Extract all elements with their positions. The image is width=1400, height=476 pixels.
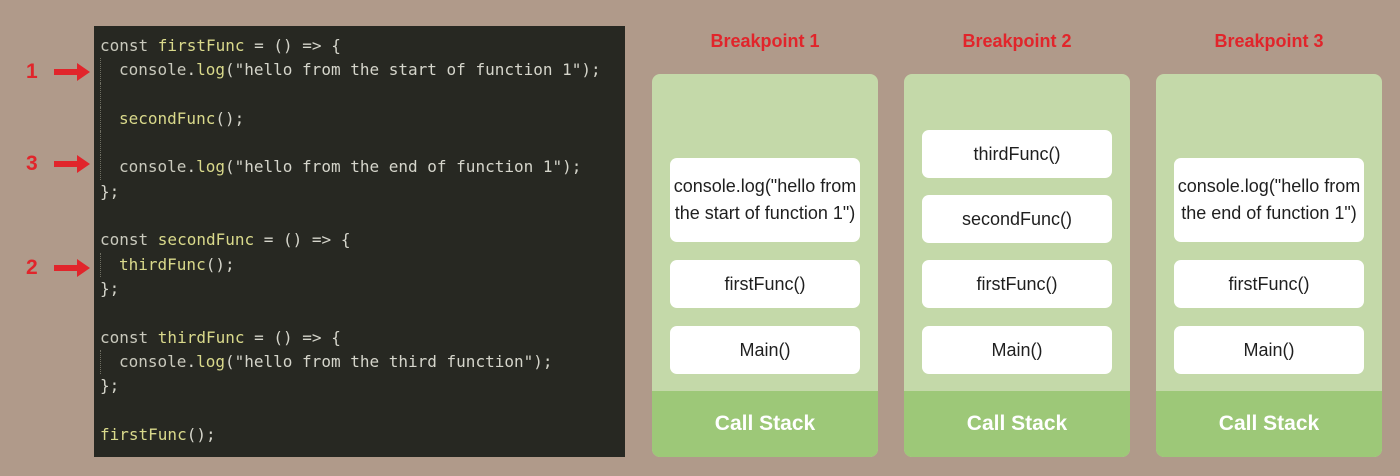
indent-guide <box>100 106 101 132</box>
code-editor: const firstFunc = () => {console.log("he… <box>94 26 625 457</box>
call-stack-column: thirdFunc() secondFunc() firstFunc() Main()… <box>904 74 1130 457</box>
code-rest: }; <box>100 376 120 396</box>
code-keyword: const <box>100 36 158 55</box>
code-text: const thirdFunc = () => { <box>100 328 341 347</box>
breakpoint-title: Breakpoint 1 <box>710 31 820 51</box>
stack-frame: console.log("hello from the start of fun… <box>670 158 860 242</box>
code-text: secondFunc(); <box>100 109 244 128</box>
code-text: thirdFunc(); <box>100 255 235 274</box>
code-rest: (); <box>186 424 216 444</box>
code-rest: = () => { <box>244 327 341 347</box>
code-line: const thirdFunc = () => { <box>100 326 625 350</box>
code-line: console.log("hello from the start of fun… <box>100 58 625 83</box>
indent-guide <box>100 155 101 180</box>
marker-number: 3 <box>26 152 38 175</box>
code-rest: (); <box>205 254 235 274</box>
stack-frame: Main() <box>922 326 1112 374</box>
code-rest: }; <box>100 278 120 298</box>
indent-guide <box>100 58 101 83</box>
code-text: }; <box>100 376 119 395</box>
code-line: const firstFunc = () => { <box>100 34 625 58</box>
code-line <box>100 131 625 156</box>
code-text: }; <box>100 279 119 298</box>
code-rest: = () => { <box>244 36 341 55</box>
code-rest: .log("hello from the start of function 1… <box>186 60 601 80</box>
call-stack-column: console.log("hello from the end of funct… <box>1156 74 1382 457</box>
breakpoint-marker-2: 2 <box>26 256 92 280</box>
code-text: console.log("hello from the end of funct… <box>100 157 581 176</box>
indent-guide <box>100 349 101 375</box>
stack-frame: firstFunc() <box>922 260 1112 308</box>
stack-frame: Main() <box>670 326 860 374</box>
breakpoint-title: Breakpoint 3 <box>1214 31 1324 51</box>
code-rest: (); <box>215 108 245 128</box>
code-keyword: const <box>100 230 158 250</box>
right-arrow-icon <box>54 63 90 81</box>
code-line: }; <box>100 277 625 301</box>
code-line: console.log("hello from the third functi… <box>100 349 625 375</box>
call-stack-label: Call Stack <box>652 391 878 457</box>
code-keyword: const <box>100 327 158 347</box>
marker-number: 1 <box>26 60 38 83</box>
stack-frame: console.log("hello from the end of funct… <box>1174 158 1364 242</box>
stack-frame: firstFunc() <box>1174 260 1364 308</box>
call-stack-label: Call Stack <box>904 391 1130 457</box>
indent-guide <box>100 131 101 156</box>
right-arrow-icon <box>54 259 90 277</box>
code-rest: .log("hello from the end of function 1")… <box>186 157 582 177</box>
code-text: console.log("hello from the third functi… <box>100 352 553 371</box>
code-line: }; <box>100 180 625 204</box>
call-stack-label: Call Stack <box>1156 391 1382 457</box>
marker-number: 2 <box>26 256 38 279</box>
code-identifier: thirdFunc <box>119 254 206 274</box>
indent-guide <box>100 82 101 107</box>
code-line: }; <box>100 374 625 398</box>
code-line: thirdFunc(); <box>100 252 625 277</box>
code-rest: = () => { <box>254 230 351 250</box>
right-arrow-icon <box>54 155 90 173</box>
code-line: secondFunc(); <box>100 106 625 132</box>
code-line: console.log("hello from the end of funct… <box>100 155 625 180</box>
code-text: firstFunc(); <box>100 425 216 444</box>
code-identifier: firstFunc <box>157 36 245 55</box>
code-rest: }; <box>100 181 120 201</box>
code-identifier: console <box>119 351 187 371</box>
code-identifier: secondFunc <box>157 230 255 250</box>
code-text: console.log("hello from the start of fun… <box>100 60 601 79</box>
code-rest: .log("hello from the third function"); <box>186 351 553 371</box>
stack-frame: firstFunc() <box>670 260 860 308</box>
code-identifier: console <box>119 60 187 80</box>
indent-guide <box>100 252 101 277</box>
stack-frame: secondFunc() <box>922 195 1112 243</box>
code-identifier: thirdFunc <box>157 327 245 347</box>
breakpoint-title: Breakpoint 2 <box>962 31 1072 51</box>
code-identifier: console <box>119 157 187 177</box>
code-line: firstFunc(); <box>100 423 625 447</box>
code-identifier: secondFunc <box>119 108 216 128</box>
stack-frame: thirdFunc() <box>922 130 1112 178</box>
code-line <box>100 82 625 107</box>
stack-frame: Main() <box>1174 326 1364 374</box>
breakpoint-marker-3: 3 <box>26 152 92 176</box>
call-stack-column: console.log("hello from the start of fun… <box>652 74 878 457</box>
code-line: const secondFunc = () => { <box>100 228 625 252</box>
code-text: }; <box>100 182 119 201</box>
breakpoint-marker-1: 1 <box>26 60 92 84</box>
code-text: const firstFunc = () => { <box>100 36 341 55</box>
code-identifier: firstFunc <box>100 424 187 444</box>
code-text: const secondFunc = () => { <box>100 230 350 249</box>
